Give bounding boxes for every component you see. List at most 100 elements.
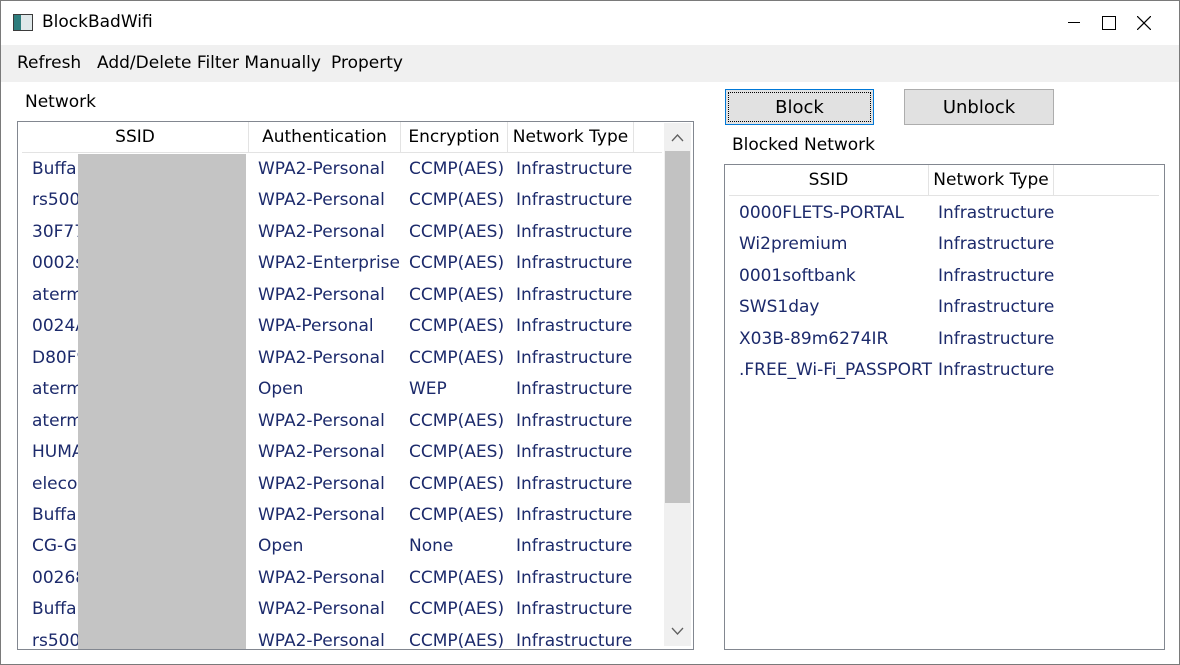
cell-network-type: Infrastructure [516, 190, 633, 211]
list-item[interactable]: SWS1day Infrastructure [729, 292, 1159, 323]
cell-ssid: aterm [32, 284, 78, 305]
network-list-scrollbar[interactable] [664, 123, 691, 646]
cell-ssid: X03B-89m6274IR [739, 328, 889, 349]
cell-ssid: Buffalo [32, 504, 78, 525]
cell-ssid: HUMAX [32, 442, 78, 463]
cell-ssid: 30F77 [32, 221, 78, 242]
cell-ssid: rs500m [32, 630, 78, 650]
column-header-ssid[interactable]: SSID [22, 122, 249, 152]
cell-ssid: 0002s [32, 253, 78, 274]
cell-network-type: Infrastructure [516, 410, 633, 431]
cell-authentication: WPA2-Personal [258, 630, 385, 650]
cell-network-type: Infrastructure [516, 504, 633, 525]
cell-network-type: Infrastructure [938, 328, 1055, 349]
header-divider [729, 195, 1159, 196]
cell-network-type: Infrastructure [516, 442, 633, 463]
cell-ssid: 0024A [32, 316, 78, 337]
cell-ssid: 0000FLETS-PORTAL [739, 203, 904, 223]
title-bar[interactable]: BlockBadWifi [1, 1, 1179, 45]
maximize-button[interactable] [1041, 1, 1116, 45]
cell-encryption: None [409, 536, 454, 557]
redacted-ssid-area [78, 154, 246, 649]
cell-authentication: WPA2-Personal [258, 159, 385, 179]
cell-authentication: WPA2-Personal [258, 347, 385, 368]
cell-network-type: Infrastructure [516, 630, 633, 650]
cell-network-type: Infrastructure [938, 234, 1055, 255]
cell-encryption: CCMP(AES) [409, 504, 505, 525]
cell-encryption: WEP [409, 379, 447, 400]
cell-encryption: CCMP(AES) [409, 442, 505, 463]
unblock-button-label: Unblock [942, 96, 1016, 118]
cell-encryption: CCMP(AES) [409, 190, 505, 211]
cell-authentication: WPA2-Personal [258, 567, 385, 588]
cell-network-type: Infrastructure [516, 599, 633, 620]
list-item[interactable]: 0001softbank Infrastructure [729, 261, 1159, 292]
cell-encryption: CCMP(AES) [409, 159, 505, 179]
cell-ssid: 0001softbank [739, 265, 856, 286]
cell-ssid: .FREE_Wi-Fi_PASSPORT [739, 360, 933, 380]
cell-authentication: WPA2-Personal [258, 410, 385, 431]
column-header-authentication[interactable]: Authentication [249, 122, 401, 152]
cell-ssid: D80F9 [32, 347, 78, 368]
list-item[interactable]: .FREE_Wi-Fi_PASSPORT Infrastructure [729, 355, 1159, 386]
column-header-ssid[interactable]: SSID [729, 165, 929, 195]
list-item[interactable]: 0000FLETS-PORTAL Infrastructure [729, 198, 1159, 229]
cell-ssid: aterm [32, 410, 78, 431]
cell-network-type: Infrastructure [516, 379, 633, 400]
blocked-network-list[interactable]: SSID Network Type 0000FLETS-PORTAL Infras… [724, 164, 1165, 650]
unblock-button[interactable]: Unblock [904, 89, 1054, 125]
cell-authentication: Open [258, 536, 304, 557]
cell-ssid: CG-Gu [32, 536, 78, 557]
cell-encryption: CCMP(AES) [409, 347, 505, 368]
cell-encryption: CCMP(AES) [409, 253, 505, 274]
cell-encryption: CCMP(AES) [409, 473, 505, 494]
cell-network-type: Infrastructure [938, 297, 1055, 318]
cell-network-type: Infrastructure [516, 221, 633, 242]
scroll-thumb[interactable] [665, 151, 690, 503]
cell-encryption: CCMP(AES) [409, 630, 505, 650]
menu-property[interactable]: Property [331, 53, 403, 73]
close-icon [1137, 16, 1151, 30]
cell-ssid: elecom [32, 473, 78, 494]
blocked-network-label: Blocked Network [732, 135, 876, 155]
column-header-network-type[interactable]: Network Type [508, 122, 634, 152]
network-label: Network [25, 92, 96, 112]
cell-ssid: Buffalo [32, 599, 78, 620]
close-button[interactable] [1109, 1, 1179, 45]
block-button[interactable]: Block [725, 89, 874, 125]
app-window: BlockBadWifi Refresh Add/Delete Filter M… [0, 0, 1180, 665]
cell-authentication: WPA2-Personal [258, 599, 385, 620]
cell-network-type: Infrastructure [516, 536, 633, 557]
window-title: BlockBadWifi [42, 12, 153, 32]
menu-refresh[interactable]: Refresh [17, 53, 81, 73]
blocked-list-header: SSID Network Type [725, 165, 1164, 196]
cell-ssid: 00268 [32, 567, 78, 588]
cell-network-type: Infrastructure [938, 203, 1055, 223]
cell-encryption: CCMP(AES) [409, 410, 505, 431]
list-item[interactable]: Wi2premium Infrastructure [729, 229, 1159, 260]
cell-encryption: CCMP(AES) [409, 599, 505, 620]
cell-encryption: CCMP(AES) [409, 316, 505, 337]
scroll-down-arrow-icon[interactable] [664, 618, 691, 646]
scroll-up-arrow-icon[interactable] [664, 123, 691, 151]
cell-authentication: WPA-Personal [258, 316, 374, 337]
cell-encryption: CCMP(AES) [409, 567, 505, 588]
column-header-network-type[interactable]: Network Type [929, 165, 1054, 195]
app-icon [13, 14, 33, 31]
focus-ring [728, 92, 871, 122]
cell-authentication: WPA2-Personal [258, 221, 385, 242]
cell-authentication: Open [258, 379, 304, 400]
cell-ssid: Buffalo [32, 159, 78, 179]
menu-bar: Refresh Add/Delete Filter Manually Prope… [1, 45, 1179, 82]
network-list-header: SSID Authentication Encryption Network T… [18, 122, 693, 153]
cell-network-type: Infrastructure [516, 284, 633, 305]
cell-network-type: Infrastructure [516, 159, 633, 179]
cell-network-type: Infrastructure [516, 253, 633, 274]
list-item[interactable]: X03B-89m6274IR Infrastructure [729, 324, 1159, 355]
cell-authentication: WPA2-Personal [258, 504, 385, 525]
cell-ssid: rs500m [32, 190, 78, 211]
column-header-encryption[interactable]: Encryption [401, 122, 508, 152]
menu-add-delete-filter[interactable]: Add/Delete Filter Manually [97, 53, 321, 73]
cell-network-type: Infrastructure [938, 265, 1055, 286]
cell-network-type: Infrastructure [516, 473, 633, 494]
